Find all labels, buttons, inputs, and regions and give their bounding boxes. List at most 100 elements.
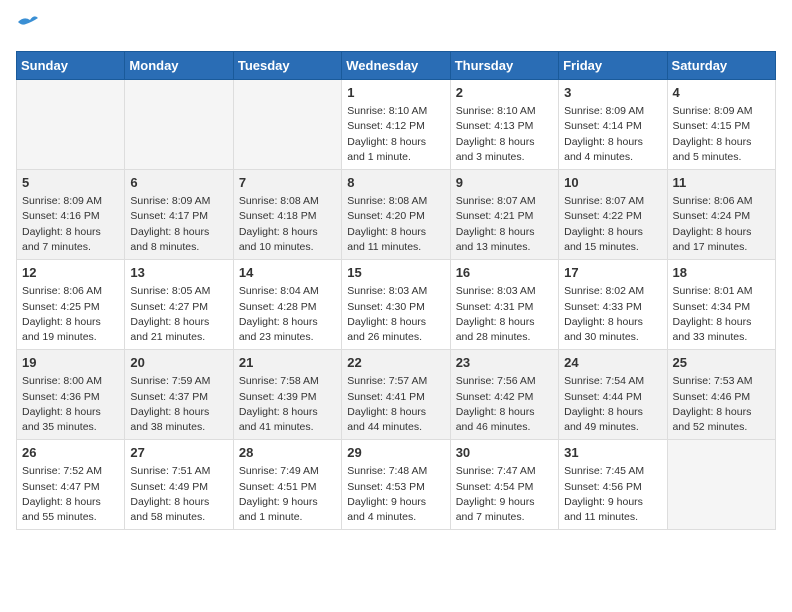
day-info: Sunrise: 7:56 AM Sunset: 4:42 PM Dayligh… <box>456 374 553 435</box>
day-number: 5 <box>22 174 119 192</box>
calendar-cell: 28 Sunrise: 7:49 AM Sunset: 4:51 PM Dayli… <box>233 440 341 530</box>
calendar-cell <box>17 80 125 170</box>
calendar-cell <box>233 80 341 170</box>
day-info: Sunrise: 8:08 AM Sunset: 4:20 PM Dayligh… <box>347 194 444 255</box>
day-number: 13 <box>130 264 227 282</box>
calendar-week-3: 12 Sunrise: 8:06 AM Sunset: 4:25 PM Dayli… <box>17 260 776 350</box>
weekday-header-saturday: Saturday <box>667 52 775 80</box>
day-number: 27 <box>130 444 227 462</box>
calendar-cell: 2 Sunrise: 8:10 AM Sunset: 4:13 PM Daylig… <box>450 80 558 170</box>
day-number: 12 <box>22 264 119 282</box>
calendar-cell: 25Sunrise: 7:53 AM Sunset: 4:46 PM Dayli… <box>667 350 775 440</box>
day-info: Sunrise: 8:03 AM Sunset: 4:31 PM Dayligh… <box>456 284 553 345</box>
day-info: Sunrise: 8:08 AM Sunset: 4:18 PM Dayligh… <box>239 194 336 255</box>
day-number: 7 <box>239 174 336 192</box>
calendar-body: 1 Sunrise: 8:10 AM Sunset: 4:12 PM Daylig… <box>17 80 776 530</box>
day-number: 4 <box>673 84 770 102</box>
calendar-week-2: 5 Sunrise: 8:09 AM Sunset: 4:16 PM Daylig… <box>17 170 776 260</box>
day-number: 15 <box>347 264 444 282</box>
day-info: Sunrise: 7:52 AM Sunset: 4:47 PM Dayligh… <box>22 464 119 525</box>
calendar-cell: 12 Sunrise: 8:06 AM Sunset: 4:25 PM Dayli… <box>17 260 125 350</box>
day-info: Sunrise: 8:09 AM Sunset: 4:16 PM Dayligh… <box>22 194 119 255</box>
day-info: Sunrise: 7:59 AM Sunset: 4:37 PM Dayligh… <box>130 374 227 435</box>
calendar-week-5: 26 Sunrise: 7:52 AM Sunset: 4:47 PM Dayli… <box>17 440 776 530</box>
day-number: 3 <box>564 84 661 102</box>
weekday-header-sunday: Sunday <box>17 52 125 80</box>
day-info: Sunrise: 8:01 AM Sunset: 4:34 PM Dayligh… <box>673 284 770 345</box>
day-number: 11 <box>673 174 770 192</box>
day-number: 26 <box>22 444 119 462</box>
calendar-cell: 24 Sunrise: 7:54 AM Sunset: 4:44 PM Dayli… <box>559 350 667 440</box>
calendar-cell: 10 Sunrise: 8:07 AM Sunset: 4:22 PM Dayli… <box>559 170 667 260</box>
calendar-week-4: 19 Sunrise: 8:00 AM Sunset: 4:36 PM Dayli… <box>17 350 776 440</box>
day-number: 6 <box>130 174 227 192</box>
day-number: 10 <box>564 174 661 192</box>
calendar-cell <box>125 80 233 170</box>
day-number: 30 <box>456 444 553 462</box>
calendar-cell: 22 Sunrise: 7:57 AM Sunset: 4:41 PM Dayli… <box>342 350 450 440</box>
day-number: 2 <box>456 84 553 102</box>
day-info: Sunrise: 8:07 AM Sunset: 4:22 PM Dayligh… <box>564 194 661 255</box>
day-number: 21 <box>239 354 336 372</box>
day-info: Sunrise: 8:03 AM Sunset: 4:30 PM Dayligh… <box>347 284 444 345</box>
calendar-table: SundayMondayTuesdayWednesdayThursdayFrid… <box>16 51 776 530</box>
calendar-cell: 26 Sunrise: 7:52 AM Sunset: 4:47 PM Dayli… <box>17 440 125 530</box>
calendar-cell: 29 Sunrise: 7:48 AM Sunset: 4:53 PM Dayli… <box>342 440 450 530</box>
calendar-cell: 31Sunrise: 7:45 AM Sunset: 4:56 PM Dayli… <box>559 440 667 530</box>
day-number: 28 <box>239 444 336 462</box>
day-info: Sunrise: 8:10 AM Sunset: 4:13 PM Dayligh… <box>456 104 553 165</box>
weekday-header-friday: Friday <box>559 52 667 80</box>
calendar-cell: 18 Sunrise: 8:01 AM Sunset: 4:34 PM Dayli… <box>667 260 775 350</box>
day-info: Sunrise: 7:51 AM Sunset: 4:49 PM Dayligh… <box>130 464 227 525</box>
day-info: Sunrise: 7:54 AM Sunset: 4:44 PM Dayligh… <box>564 374 661 435</box>
day-number: 20 <box>130 354 227 372</box>
day-number: 9 <box>456 174 553 192</box>
day-info: Sunrise: 8:07 AM Sunset: 4:21 PM Dayligh… <box>456 194 553 255</box>
day-number: 1 <box>347 84 444 102</box>
calendar-cell: 7 Sunrise: 8:08 AM Sunset: 4:18 PM Daylig… <box>233 170 341 260</box>
day-info: Sunrise: 7:47 AM Sunset: 4:54 PM Dayligh… <box>456 464 553 525</box>
day-info: Sunrise: 8:10 AM Sunset: 4:12 PM Dayligh… <box>347 104 444 165</box>
calendar-cell: 11 Sunrise: 8:06 AM Sunset: 4:24 PM Dayli… <box>667 170 775 260</box>
day-number: 23 <box>456 354 553 372</box>
day-number: 31 <box>564 444 661 462</box>
calendar-cell: 17Sunrise: 8:02 AM Sunset: 4:33 PM Dayli… <box>559 260 667 350</box>
day-info: Sunrise: 7:49 AM Sunset: 4:51 PM Dayligh… <box>239 464 336 525</box>
day-number: 19 <box>22 354 119 372</box>
day-info: Sunrise: 8:06 AM Sunset: 4:25 PM Dayligh… <box>22 284 119 345</box>
calendar-week-1: 1 Sunrise: 8:10 AM Sunset: 4:12 PM Daylig… <box>17 80 776 170</box>
day-info: Sunrise: 8:05 AM Sunset: 4:27 PM Dayligh… <box>130 284 227 345</box>
day-info: Sunrise: 8:09 AM Sunset: 4:14 PM Dayligh… <box>564 104 661 165</box>
weekday-header-wednesday: Wednesday <box>342 52 450 80</box>
calendar-cell: 27 Sunrise: 7:51 AM Sunset: 4:49 PM Dayli… <box>125 440 233 530</box>
calendar-cell: 9 Sunrise: 8:07 AM Sunset: 4:21 PM Daylig… <box>450 170 558 260</box>
weekday-header-thursday: Thursday <box>450 52 558 80</box>
logo-bird-icon <box>16 14 38 30</box>
calendar-cell: 6 Sunrise: 8:09 AM Sunset: 4:17 PM Daylig… <box>125 170 233 260</box>
calendar-cell: 3 Sunrise: 8:09 AM Sunset: 4:14 PM Daylig… <box>559 80 667 170</box>
day-info: Sunrise: 8:00 AM Sunset: 4:36 PM Dayligh… <box>22 374 119 435</box>
day-number: 24 <box>564 354 661 372</box>
day-info: Sunrise: 8:04 AM Sunset: 4:28 PM Dayligh… <box>239 284 336 345</box>
calendar-cell <box>667 440 775 530</box>
day-number: 18 <box>673 264 770 282</box>
day-info: Sunrise: 8:06 AM Sunset: 4:24 PM Dayligh… <box>673 194 770 255</box>
day-info: Sunrise: 7:58 AM Sunset: 4:39 PM Dayligh… <box>239 374 336 435</box>
day-number: 25 <box>673 354 770 372</box>
day-info: Sunrise: 8:02 AM Sunset: 4:33 PM Dayligh… <box>564 284 661 345</box>
day-number: 22 <box>347 354 444 372</box>
day-info: Sunrise: 7:57 AM Sunset: 4:41 PM Dayligh… <box>347 374 444 435</box>
calendar-cell: 23 Sunrise: 7:56 AM Sunset: 4:42 PM Dayli… <box>450 350 558 440</box>
day-info: Sunrise: 7:48 AM Sunset: 4:53 PM Dayligh… <box>347 464 444 525</box>
day-number: 29 <box>347 444 444 462</box>
calendar-cell: 14 Sunrise: 8:04 AM Sunset: 4:28 PM Dayli… <box>233 260 341 350</box>
calendar-cell: 1 Sunrise: 8:10 AM Sunset: 4:12 PM Daylig… <box>342 80 450 170</box>
calendar-cell: 5 Sunrise: 8:09 AM Sunset: 4:16 PM Daylig… <box>17 170 125 260</box>
calendar-cell: 15 Sunrise: 8:03 AM Sunset: 4:30 PM Dayli… <box>342 260 450 350</box>
day-info: Sunrise: 8:09 AM Sunset: 4:15 PM Dayligh… <box>673 104 770 165</box>
day-number: 14 <box>239 264 336 282</box>
calendar-cell: 16Sunrise: 8:03 AM Sunset: 4:31 PM Dayli… <box>450 260 558 350</box>
calendar-cell: 4 Sunrise: 8:09 AM Sunset: 4:15 PM Daylig… <box>667 80 775 170</box>
calendar-cell: 20 Sunrise: 7:59 AM Sunset: 4:37 PM Dayli… <box>125 350 233 440</box>
day-info: Sunrise: 8:09 AM Sunset: 4:17 PM Dayligh… <box>130 194 227 255</box>
